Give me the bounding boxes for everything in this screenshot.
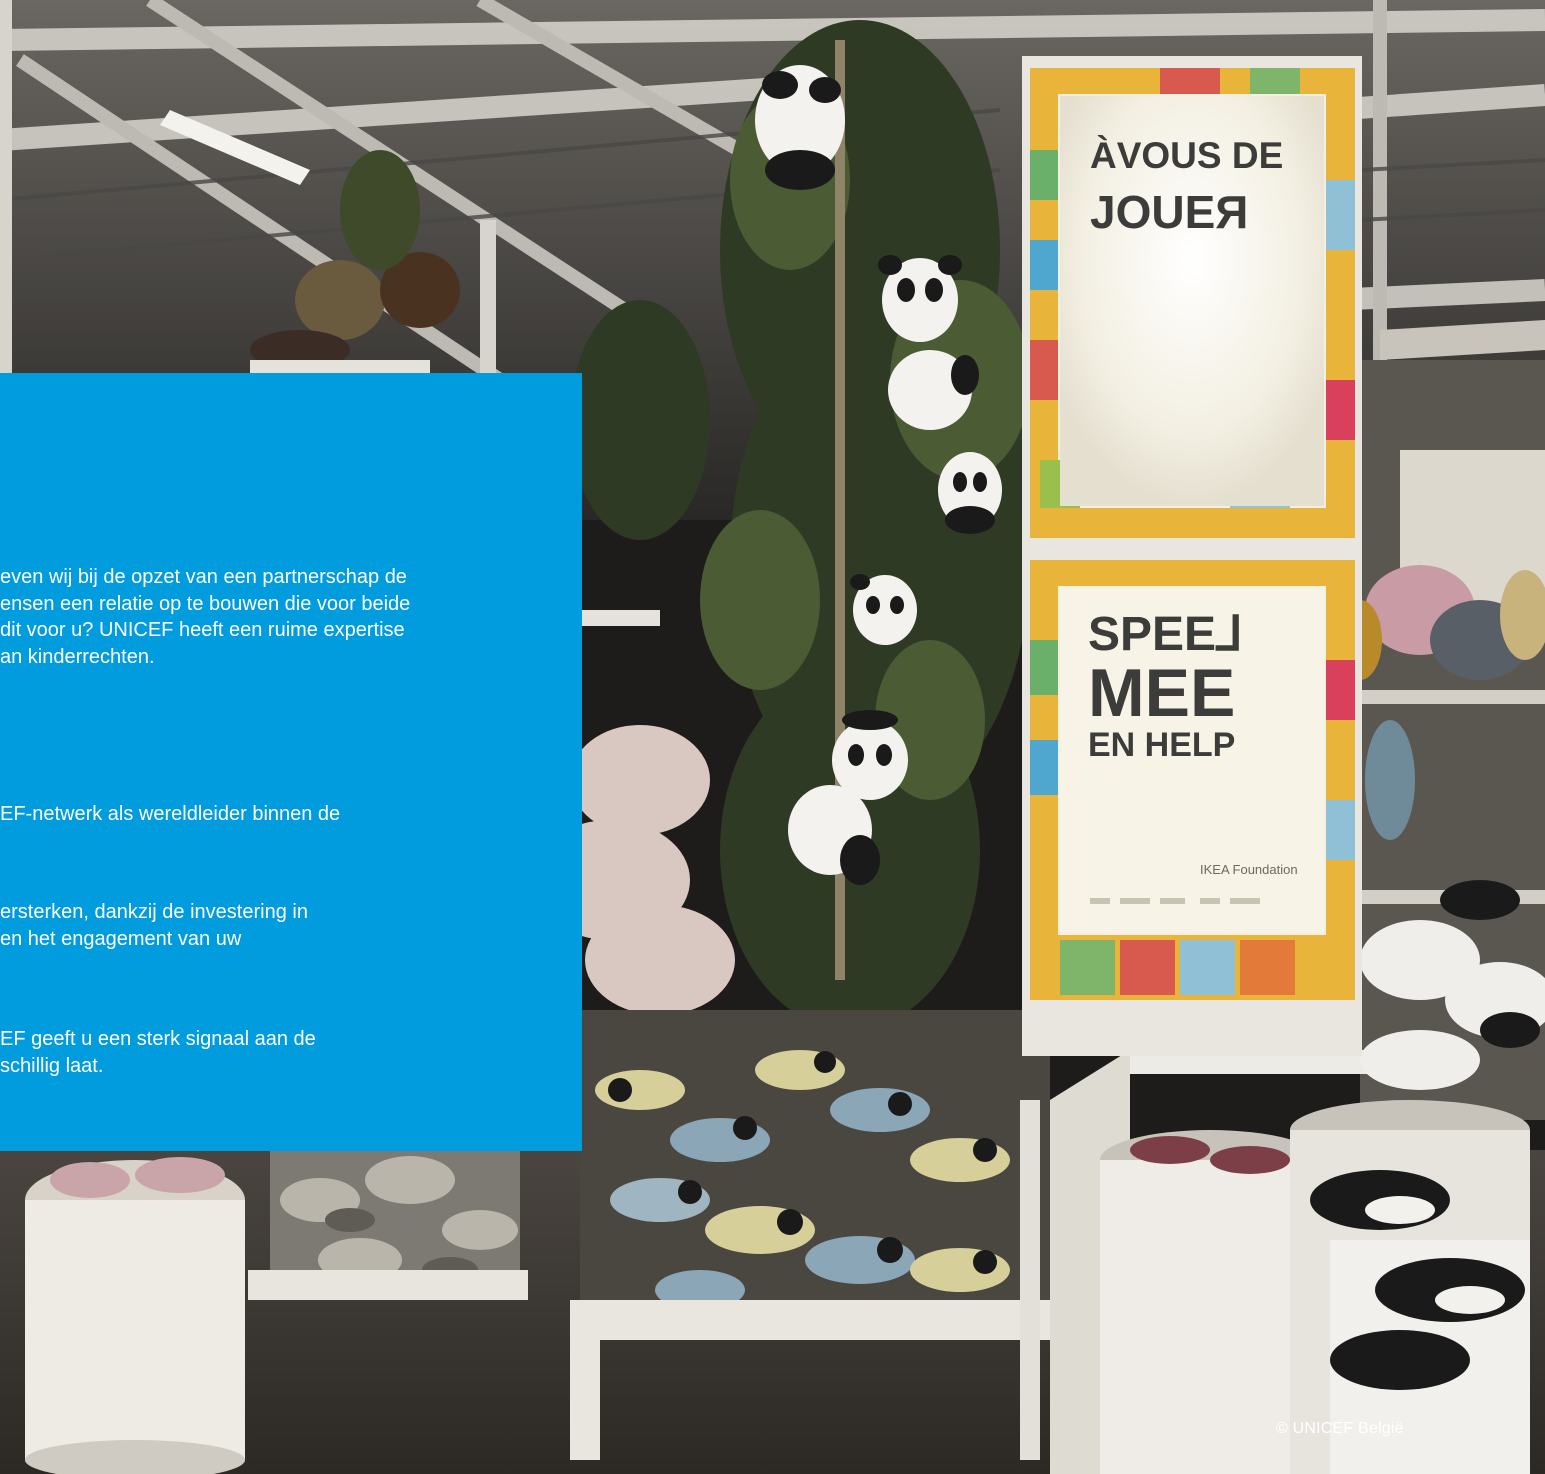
panel-paragraph-3: ersterken, dankzij de investering in en … [0, 901, 308, 950]
sign-top-line-1: ÀVOUS DE [1090, 135, 1283, 176]
sign-bottom-line-2: MEE [1088, 655, 1235, 731]
sign-bottom-line-3: EN HELP [1088, 726, 1235, 764]
sign-top-line-2: JOUEЯ [1090, 186, 1248, 238]
panel-paragraph-2: EF-netwerk als wereldleider binnen de [0, 803, 341, 825]
panel-paragraph-1: even wij bij de opzet van een partnersch… [0, 566, 411, 668]
photo-credit: © UNICEF België [1276, 1420, 1404, 1437]
info-panel: even wij bij de opzet van een partnersch… [0, 373, 582, 1151]
panel-paragraph-4: EF geeft u een sterk signaal aan de schi… [0, 1028, 316, 1077]
sign-bottom-line-1: SPEE⅃ [1088, 608, 1243, 661]
sign-sponsor: IKEA Foundation [1200, 862, 1298, 877]
